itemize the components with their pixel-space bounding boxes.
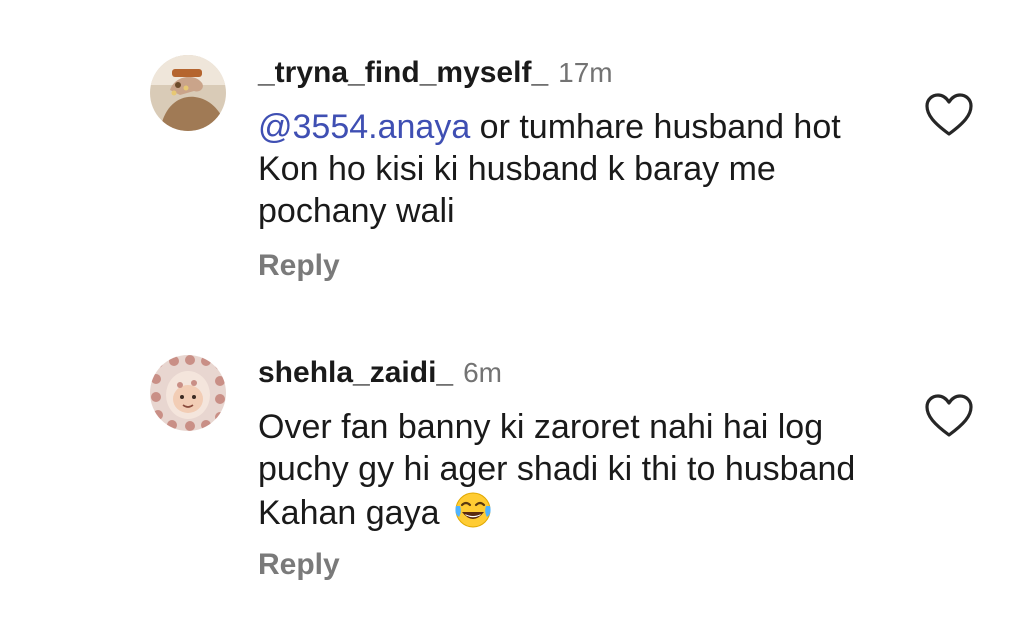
comment-body: Over fan banny ki zaroret nahi hai log p…	[258, 408, 856, 532]
comment-item: shehla_zaidi_ 6m Over fan banny ki zarore…	[0, 300, 1024, 627]
timestamp: 6m	[463, 357, 502, 388]
comment-header: shehla_zaidi_ 6m	[258, 358, 502, 388]
username[interactable]: shehla_zaidi_	[258, 356, 453, 389]
comment-text: Over fan banny ki zaroret nahi hai log p…	[258, 406, 878, 534]
comment-text: @3554.anaya or tumhare husband hot Kon h…	[258, 106, 878, 232]
reply-button[interactable]: Reply	[258, 249, 340, 283]
heart-outline-icon	[925, 93, 973, 136]
user-avatar[interactable]	[150, 55, 226, 131]
mention-link[interactable]: @3554.anaya	[258, 108, 470, 146]
timestamp: 17m	[558, 57, 613, 88]
avatar-photo	[150, 355, 226, 431]
face-with-tears-of-joy-icon	[453, 490, 493, 530]
like-button[interactable]	[924, 393, 974, 439]
heart-outline-icon	[925, 394, 973, 437]
user-avatar[interactable]	[150, 355, 226, 431]
avatar-photo	[150, 55, 226, 131]
username[interactable]: _tryna_find_myself_	[258, 56, 548, 89]
like-button[interactable]	[924, 92, 974, 138]
reply-button[interactable]: Reply	[258, 548, 340, 582]
comment-item: _tryna_find_myself_ 17m @3554.anaya or tu…	[0, 0, 1024, 300]
comment-header: _tryna_find_myself_ 17m	[258, 58, 613, 88]
